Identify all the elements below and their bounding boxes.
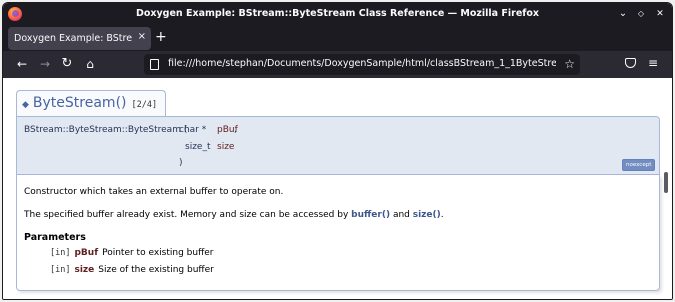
scrollbar-thumb[interactable] [664,172,668,193]
param-description: Pointer to existing buffer [102,248,214,258]
prototype-close-paren: ) [179,158,183,168]
param-direction: [in] [50,248,71,258]
page-content: ◆ ByteStream() [2/4] BStream::ByteStream… [3,78,672,299]
url-input[interactable]: file:///home/stephan/Documents/DoxygenSa… [168,58,556,69]
size-link[interactable]: size() [413,210,441,220]
param-type: char * [179,125,207,135]
buffer-link[interactable]: buffer() [351,210,390,220]
forward-icon[interactable]: → [37,56,53,72]
page-icon [150,59,159,70]
tab-close-icon[interactable]: × [138,31,146,42]
url-bar[interactable]: file:///home/stephan/Documents/DoxygenSa… [144,54,580,75]
minimize-icon[interactable]: ⌄ [617,8,629,20]
parameters-heading: Parameters [24,232,86,243]
navigation-toolbar: ← → ↻ ⌂ file:///home/stephan/Documents/D… [3,51,672,78]
member-documentation: Constructor which takes an external buff… [16,175,660,291]
param-name: size [74,265,95,275]
overload-indicator: [2/4] [131,100,158,110]
hamburger-menu-icon[interactable]: ≡ [648,56,658,70]
description-text: . [440,210,444,220]
noexcept-badge: noexcept [622,159,656,171]
member-name: ByteStream() [32,95,127,111]
member-prototype: BStream::ByteStream::ByteStream ( char *… [16,116,660,175]
browser-window: Doxygen Example: BStream::ByteStream Cla… [2,2,673,300]
param-description: Size of the existing buffer [98,265,214,275]
reload-icon[interactable]: ↻ [59,56,75,72]
param-name: size [217,142,235,152]
window-title: Doxygen Example: BStream::ByteStream Cla… [135,8,540,19]
description-text: The specified buffer already exist. Memo… [24,210,352,220]
tab-title: Doxygen Example: BStream::ByteStream [14,33,132,44]
permalink-icon[interactable]: ◆ [22,100,29,110]
home-icon[interactable]: ⌂ [82,56,98,72]
tab-doxygen-example[interactable]: Doxygen Example: BStream::ByteStream × [8,27,151,50]
close-window-icon[interactable]: ✕ [654,8,666,20]
back-icon[interactable]: ← [14,56,30,72]
parameter-row: [in] size Size of the existing buffer [50,265,214,275]
new-tab-icon[interactable]: + [155,29,167,45]
pocket-icon[interactable] [625,58,636,68]
description-text: and [390,210,413,220]
parameter-row: [in] pBuf Pointer to existing buffer [50,248,214,258]
tab-strip: Doxygen Example: BStream::ByteStream × + [3,25,672,51]
param-name: pBuf [74,248,99,258]
maximize-icon[interactable]: ◇ [635,8,647,20]
title-bar: Doxygen Example: BStream::ByteStream Cla… [3,3,672,25]
param-separator: , [234,125,237,135]
param-type: size_t [185,142,211,152]
member-title: ◆ ByteStream() [2/4] [16,90,167,116]
description-detail: The specified buffer already exist. Memo… [24,210,444,220]
bookmark-star-icon[interactable]: ☆ [564,57,575,71]
prototype-name: BStream::ByteStream::ByteStream ( [24,125,188,135]
param-direction: [in] [50,265,71,275]
description-brief: Constructor which takes an external buff… [24,187,284,197]
